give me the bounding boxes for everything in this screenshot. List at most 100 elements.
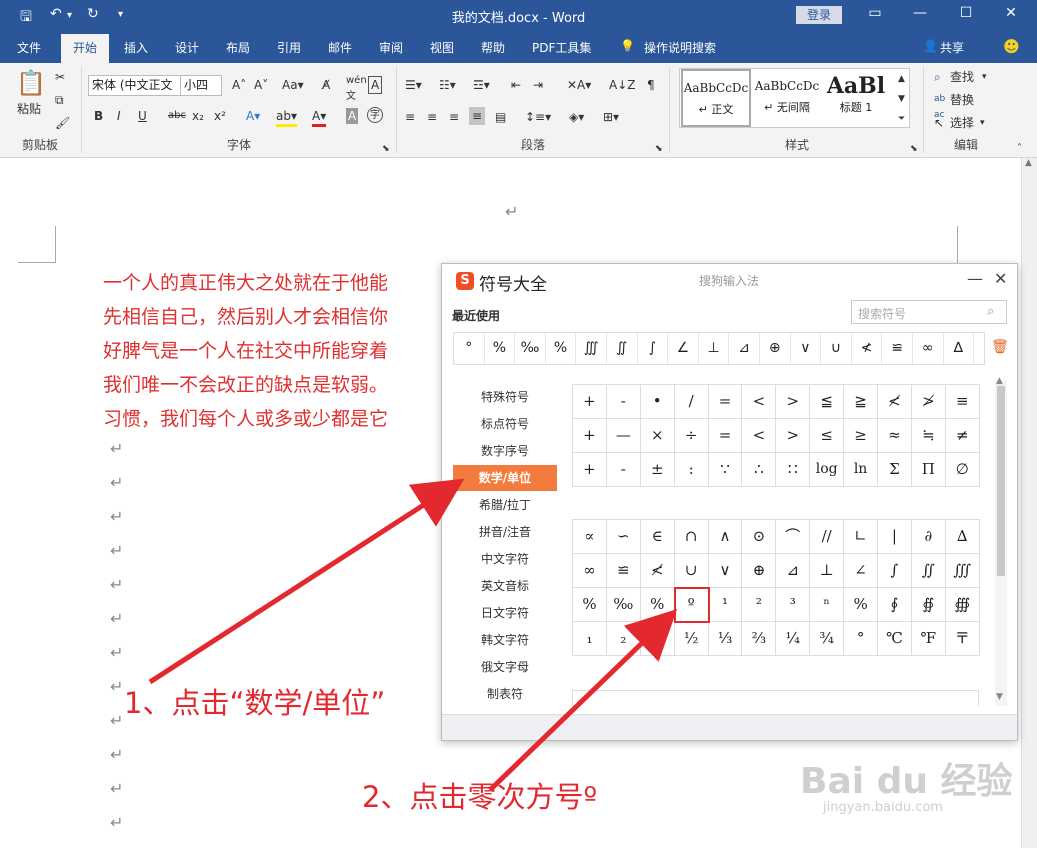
symbol-cell[interactable]: ∮ bbox=[878, 588, 912, 622]
symbol-cell[interactable]: ≮ bbox=[878, 385, 912, 419]
symbol-cell[interactable]: ∰ bbox=[945, 588, 980, 622]
symbol-cell[interactable]: — bbox=[606, 419, 641, 453]
recent-symbol-cell[interactable]: ∫ bbox=[638, 333, 669, 364]
trash-icon[interactable]: 🗑 bbox=[991, 339, 1009, 355]
symbol-cell[interactable]: ½ bbox=[674, 622, 709, 656]
symbol-cell[interactable]: ∈ bbox=[640, 520, 675, 554]
style-heading-1[interactable]: AaBl 标题 1 bbox=[823, 69, 889, 127]
category-item[interactable]: 制表符 bbox=[453, 681, 557, 707]
symbol-cell[interactable]: / bbox=[674, 385, 709, 419]
recent-symbol-cell[interactable]: ‰ bbox=[515, 333, 546, 364]
symbol-cell[interactable]: ° bbox=[844, 622, 879, 656]
symbol-cell[interactable]: ≮ bbox=[640, 554, 675, 588]
category-item[interactable]: 俄文字母 bbox=[453, 654, 557, 680]
symbol-cell[interactable]: ₂ bbox=[606, 622, 641, 656]
line-spacing-icon[interactable]: ↕≡▾ bbox=[525, 109, 551, 125]
style-normal[interactable]: AaBbCcDc ↵ 正文 bbox=[681, 69, 751, 127]
panel-minimize-icon[interactable]: — bbox=[967, 269, 983, 288]
symbol-cell[interactable]: Σ bbox=[878, 453, 912, 487]
symbol-cell[interactable]: × bbox=[640, 419, 675, 453]
recent-symbol-cell[interactable]: ∆ bbox=[944, 333, 975, 364]
symbol-cell[interactable]: ≯ bbox=[911, 385, 946, 419]
symbol-cell[interactable]: ℉ bbox=[911, 622, 946, 656]
login-button[interactable]: 登录 bbox=[796, 6, 842, 24]
symbol-cell[interactable]: ≌ bbox=[606, 554, 641, 588]
category-item[interactable]: 数学/单位 bbox=[453, 465, 557, 491]
symbol-cell[interactable]: ∪ bbox=[674, 554, 709, 588]
align-right-icon[interactable]: ≡ bbox=[449, 109, 459, 125]
symbol-cell[interactable]: % bbox=[573, 588, 607, 622]
recent-symbol-cell[interactable]: ∭ bbox=[576, 333, 607, 364]
symbol-cell[interactable]: • bbox=[640, 385, 675, 419]
category-item[interactable]: 韩文字符 bbox=[453, 627, 557, 653]
document-paragraph[interactable]: 我们唯一不会改正的缺点是软弱。 bbox=[103, 370, 388, 397]
highlight-icon[interactable]: ab▾ bbox=[276, 108, 297, 127]
panel-scroll-up-icon[interactable]: ▲ bbox=[996, 376, 1003, 386]
recent-symbol-cell[interactable]: ≌ bbox=[882, 333, 913, 364]
numbering-icon[interactable]: ☷▾ bbox=[439, 77, 456, 93]
symbol-cell[interactable]: + bbox=[573, 419, 607, 453]
symbol-cell[interactable]: < bbox=[742, 385, 777, 419]
align-left-icon[interactable]: ≡ bbox=[405, 109, 415, 125]
bullets-icon[interactable]: ☰▾ bbox=[405, 77, 422, 93]
shading-icon[interactable]: ◈▾ bbox=[569, 109, 584, 125]
symbol-cell[interactable]: ∽ bbox=[606, 520, 641, 554]
underline-button[interactable]: U bbox=[138, 108, 147, 124]
strikethrough-button[interactable]: abc bbox=[168, 108, 186, 124]
sort-icon[interactable]: A↓Z bbox=[609, 77, 635, 93]
symbol-cell[interactable]: // bbox=[810, 520, 845, 554]
symbol-cell[interactable]: ± bbox=[640, 453, 675, 487]
recent-symbol-cell[interactable]: ° bbox=[454, 333, 485, 364]
select-dropdown-icon[interactable]: ▾ bbox=[980, 115, 985, 131]
increase-indent-icon[interactable]: ⇥ bbox=[533, 77, 543, 93]
char-border-icon[interactable]: A bbox=[368, 76, 383, 94]
symbol-cell[interactable]: = bbox=[708, 419, 743, 453]
align-center-icon[interactable]: ≡ bbox=[427, 109, 437, 125]
symbol-cell[interactable]: ℃ bbox=[878, 622, 912, 656]
symbol-cell[interactable]: ∫ bbox=[878, 554, 912, 588]
cut-icon[interactable]: ✂ bbox=[55, 69, 65, 85]
symbol-cell[interactable]: ∵ bbox=[708, 453, 743, 487]
symbol-cell[interactable]: ⌒ bbox=[776, 520, 811, 554]
recent-symbol-cell[interactable]: ⊿ bbox=[729, 333, 760, 364]
recent-symbol-cell[interactable]: ∨ bbox=[791, 333, 822, 364]
tab-review[interactable]: 审阅 bbox=[379, 39, 403, 56]
symbol-cell[interactable]: ∆ bbox=[945, 520, 980, 554]
symbol-cell[interactable]: ‰ bbox=[606, 588, 641, 622]
distribute-icon[interactable]: ▤ bbox=[495, 109, 506, 125]
tab-insert[interactable]: 插入 bbox=[124, 39, 148, 56]
styles-scroll-up-icon[interactable]: ▲ bbox=[898, 71, 905, 87]
symbol-cell[interactable]: < bbox=[742, 419, 777, 453]
category-item[interactable]: 英文音标 bbox=[453, 573, 557, 599]
recent-symbol-cell[interactable]: % bbox=[546, 333, 577, 364]
symbol-cell[interactable]: ⊙ bbox=[742, 520, 777, 554]
tab-home[interactable]: 开始 bbox=[61, 34, 110, 63]
font-dialog-launcher-icon[interactable]: ⬊ bbox=[382, 141, 390, 157]
document-paragraph[interactable]: 先相信自己，然后别人才会相信你 bbox=[103, 302, 388, 329]
font-size-dropdown[interactable]: 小四 bbox=[180, 75, 222, 96]
grow-font-icon[interactable]: A˄ bbox=[232, 77, 246, 93]
select-button[interactable]: 选择 bbox=[950, 115, 974, 131]
symbol-cell[interactable]: ⊕ bbox=[742, 554, 777, 588]
font-color-icon[interactable]: A▾ bbox=[312, 108, 327, 127]
symbol-cell[interactable]: ⁿ bbox=[810, 588, 845, 622]
maximize-button[interactable]: ☐ bbox=[951, 5, 981, 21]
symbol-cell[interactable]: % bbox=[844, 588, 879, 622]
justify-icon[interactable]: ≡ bbox=[469, 107, 486, 125]
recent-symbol-cell[interactable]: ⊕ bbox=[760, 333, 791, 364]
symbol-cell[interactable]: ÷ bbox=[674, 419, 709, 453]
superscript-button[interactable]: x² bbox=[214, 108, 226, 124]
scroll-up-icon[interactable]: ▲ bbox=[1025, 158, 1032, 168]
collapse-ribbon-icon[interactable]: ˄ bbox=[1017, 141, 1022, 157]
recent-symbol-cell[interactable]: ∪ bbox=[821, 333, 852, 364]
symbol-cell[interactable]: log bbox=[810, 453, 845, 487]
symbol-cell[interactable]: + bbox=[573, 453, 607, 487]
symbol-cell[interactable]: ∨ bbox=[708, 554, 743, 588]
style-no-spacing[interactable]: AaBbCcDc ↵ 无间隔 bbox=[752, 69, 822, 127]
document-paragraph[interactable]: 一个人的真正伟大之处就在于他能 bbox=[103, 268, 388, 295]
symbol-cell[interactable]: % bbox=[640, 588, 675, 622]
tab-view[interactable]: 视图 bbox=[430, 39, 454, 56]
symbol-cell[interactable]: ∭ bbox=[945, 554, 980, 588]
symbol-cell[interactable]: ∩ bbox=[674, 520, 709, 554]
symbol-cell[interactable]: ¹ bbox=[708, 588, 743, 622]
